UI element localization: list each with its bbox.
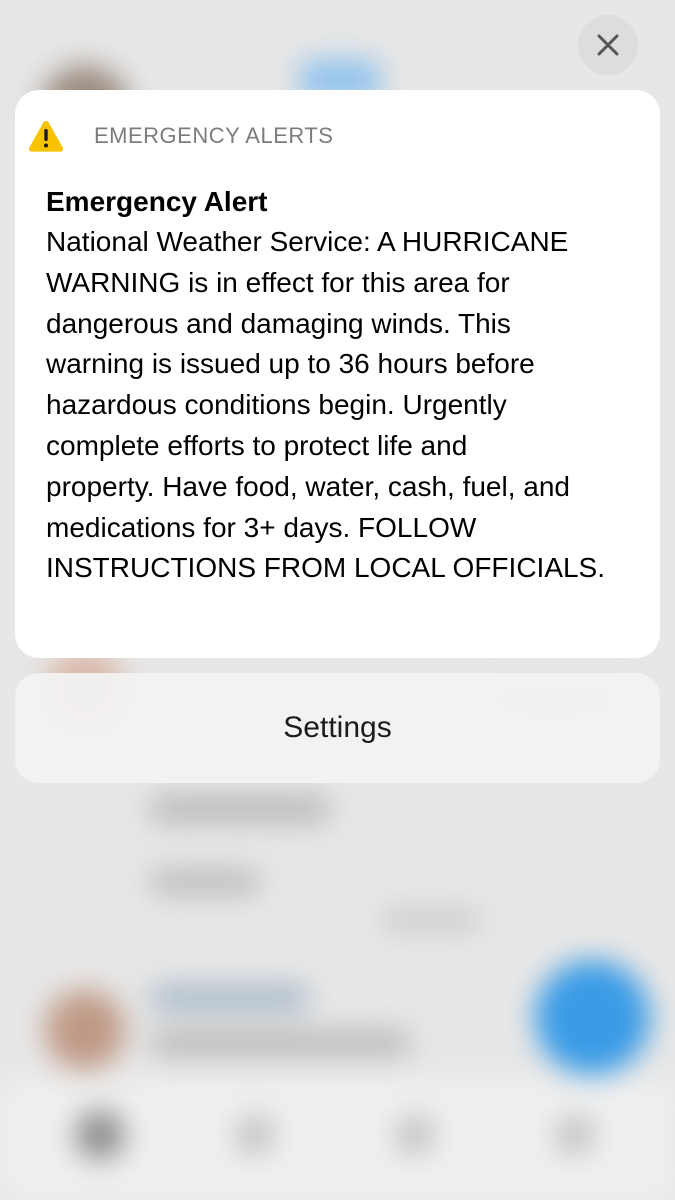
alert-title: Emergency Alert xyxy=(46,186,268,217)
close-icon xyxy=(597,34,619,56)
close-button[interactable] xyxy=(578,15,638,75)
settings-button-label: Settings xyxy=(283,711,392,744)
warning-triangle-icon xyxy=(28,121,64,152)
alert-header: EMERGENCY ALERTS xyxy=(28,119,333,153)
settings-button[interactable]: Settings xyxy=(15,673,660,783)
phone-screen: EMERGENCY ALERTS Emergency Alert Nationa… xyxy=(0,0,675,1200)
alert-message-body: National Weather Service: A HURRICANE WA… xyxy=(46,226,606,584)
alert-app-name: EMERGENCY ALERTS xyxy=(94,123,334,148)
